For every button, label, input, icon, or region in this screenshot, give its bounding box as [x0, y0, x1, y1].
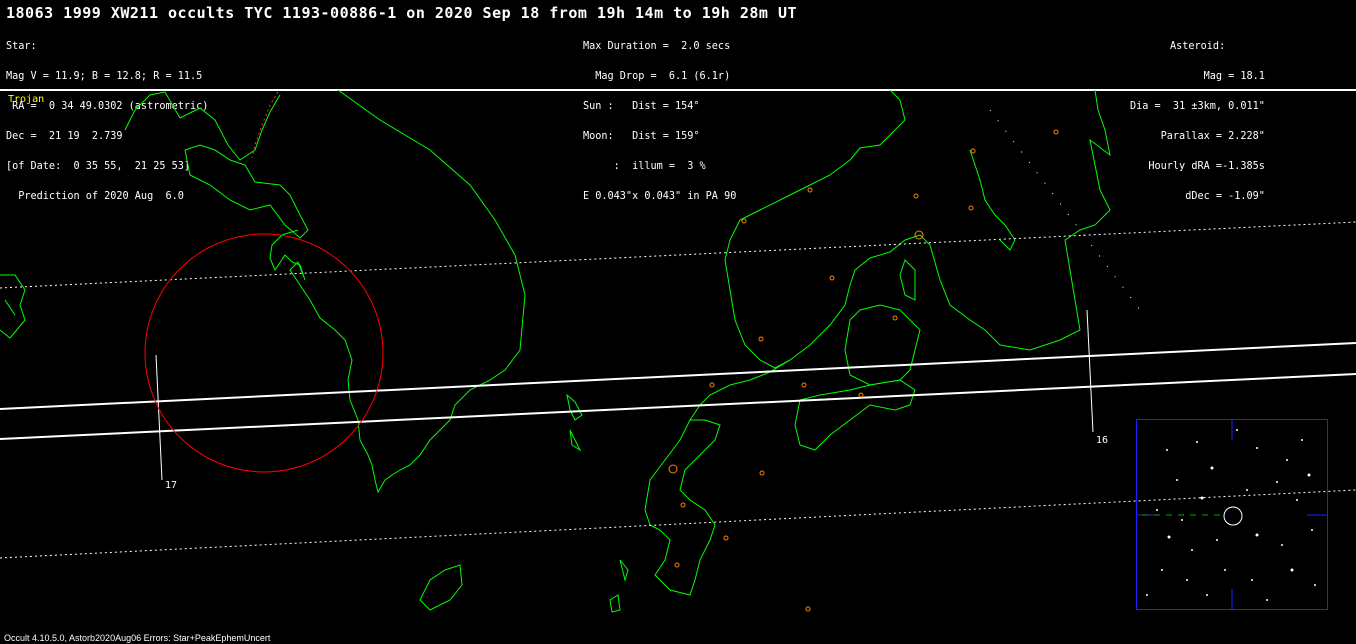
japan-west-coast [724, 219, 791, 369]
china-coast [0, 274, 26, 339]
japan-shikoku [794, 379, 916, 451]
error-ellipse [144, 233, 384, 473]
time-label-17: 17 [165, 480, 178, 491]
star-line: Star: [6, 41, 37, 52]
time-marker-16 [1086, 309, 1094, 433]
event-line: Mag Drop = 6.1 (6.1r) [583, 71, 731, 82]
japan-kyushu [644, 419, 721, 596]
japan-central [844, 304, 921, 386]
star-line: Mag V = 11.9; B = 12.8; R = 11.5 [6, 71, 203, 82]
city-markers [668, 129, 1059, 612]
asteroid-line: Mag = 18.1 [1203, 71, 1265, 82]
noto-peninsula [899, 259, 916, 301]
target-star-marker [1223, 506, 1243, 526]
coastlines [0, 90, 1111, 613]
track-dots [989, 109, 1141, 311]
page-title: 18063 1999 XW211 occults TYC 1193-00886-… [6, 4, 798, 22]
star-field-chart [1137, 420, 1327, 609]
star-field-inset [1136, 419, 1328, 610]
jeju-island [419, 564, 463, 611]
event-line: Max Duration = 2.0 secs [583, 41, 731, 52]
object-category: Trojan [8, 94, 45, 105]
japan-east [969, 149, 1016, 251]
island-2 [569, 429, 582, 452]
korea-coast [124, 91, 309, 239]
asteroid-line: Asteroid: [1170, 41, 1226, 52]
japan-inner [739, 90, 906, 221]
path-limit-north [0, 342, 1356, 410]
footer-info: Occult 4.10.5.0, Astorb2020Aug06 Errors:… [4, 633, 271, 643]
japan-honshu-west [689, 90, 1111, 421]
island-4 [619, 559, 629, 582]
korea-peninsula [269, 90, 526, 494]
island-3 [609, 594, 621, 613]
time-marker-17 [155, 354, 163, 481]
uncertainty-north [0, 221, 1356, 289]
time-label-16: 16 [1096, 435, 1109, 446]
island-1 [566, 393, 583, 421]
